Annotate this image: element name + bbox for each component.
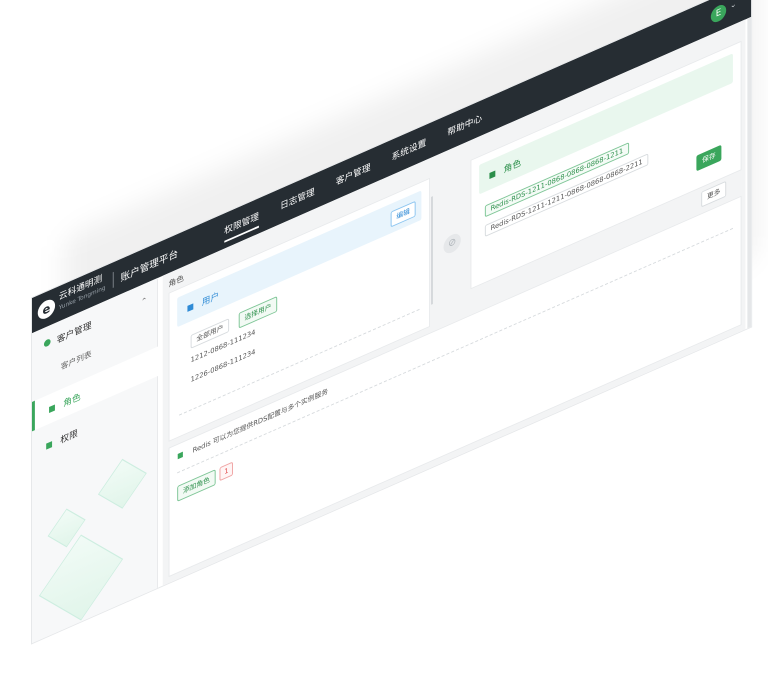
sidebar-item-label: 权限 (60, 428, 78, 446)
count-badge: 1 (219, 461, 234, 482)
divider (431, 196, 433, 305)
user-icon: ■ (186, 300, 195, 313)
user-panel-title: 用户 (201, 290, 220, 309)
customers-icon: ● (43, 336, 52, 350)
scrollbar[interactable] (747, 16, 752, 329)
brand-divider (112, 271, 114, 288)
save-button[interactable]: 保存 (696, 144, 722, 172)
chevron-up-icon: ⌃ (140, 294, 148, 307)
role-icon: ■ (48, 401, 56, 414)
sidebar: ● 客户管理 ⌃ 客户列表 ■ 角色 ■ 权限 (32, 277, 160, 644)
sidebar-group-label: 客户管理 (56, 320, 92, 346)
decorative-cube (38, 534, 124, 621)
nav-item-logs[interactable]: 日志管理 (280, 184, 315, 212)
permission-icon: ■ (45, 438, 53, 451)
avatar[interactable]: E (710, 2, 727, 25)
add-role-tag[interactable]: 添加角色 (177, 469, 216, 502)
role-panel-title: 角色 (503, 157, 521, 176)
role-icon: ■ (488, 167, 496, 180)
nav-item-settings[interactable]: 系统设置 (392, 135, 427, 163)
decorative-cube (97, 458, 147, 509)
chevron-down-icon[interactable]: ⌄ (730, 0, 736, 10)
info-icon: ■ (177, 449, 184, 461)
nav-item-customers[interactable]: 客户管理 (336, 160, 371, 188)
brand-logo-icon: e (37, 296, 56, 322)
nav-item-help[interactable]: 帮助中心 (447, 111, 482, 139)
select-user-tag[interactable]: 选择用户 (238, 296, 278, 329)
link-icon: ⊘ (443, 230, 461, 257)
nav-item-permissions[interactable]: 权限管理 (224, 209, 259, 237)
sidebar-item-label: 角色 (63, 391, 81, 410)
sidebar-item-label: 客户列表 (60, 349, 92, 372)
stage: e 云科通明测 Yunke Tongming 账户管理平台 权限管理 日志管理 … (0, 0, 768, 678)
